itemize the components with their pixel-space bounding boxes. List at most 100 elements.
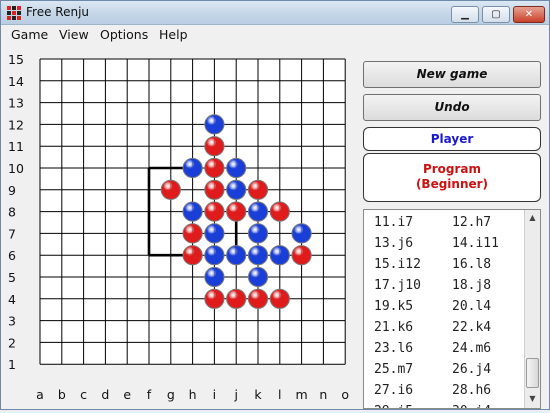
blue-stone[interactable] [182,201,203,222]
blue-stone[interactable] [291,223,312,244]
move-red: 14.i11 [452,236,499,251]
row-label: 13 [8,96,24,111]
title-bar[interactable]: Free Renju ▁ ▢ ✕ [1,1,549,25]
blue-stone[interactable] [226,157,247,179]
move-blue: 25.m7 [374,362,414,377]
move-list-scrollbar[interactable]: ▲ ▼ [524,210,540,408]
red-stone[interactable] [204,157,225,179]
renju-board[interactable]: 15 14 13 12 11 10 9 8 7 6 5 4 3 2 1 a b c d e f g h i j k l m n o [1,45,359,409]
move-row[interactable]: 25.m7 26.j4 [364,362,524,383]
row-label: 4 [8,292,16,307]
move-row[interactable]: 29.i5 30.i4 [364,404,524,408]
red-stone[interactable] [204,201,225,222]
column-label: a [36,387,44,402]
move-row[interactable]: 15.i12 16.l8 [364,257,524,278]
app-icon [7,6,21,20]
blue-stone[interactable] [182,157,203,179]
red-stone[interactable] [226,201,247,222]
blue-stone[interactable] [204,114,225,135]
red-stone[interactable] [269,201,290,222]
column-label: f [147,387,152,402]
blue-stone[interactable] [226,179,247,200]
move-red: 20.l4 [452,299,492,314]
scroll-down-arrow-icon[interactable]: ▼ [526,392,539,406]
red-stone[interactable] [182,223,203,244]
new-game-button[interactable]: New game [363,61,541,88]
move-row[interactable]: 21.k6 22.k4 [364,320,524,341]
undo-button[interactable]: Undo [363,94,541,121]
program-label: Program [422,162,482,176]
maximize-button[interactable]: ▢ [482,6,510,23]
blue-stone[interactable] [204,223,225,244]
column-label: e [123,387,131,402]
column-label: j [233,387,237,402]
column-label: b [58,387,66,402]
move-red: 24.m6 [452,341,492,356]
row-label: 9 [8,183,16,198]
red-stone[interactable] [182,245,203,266]
row-label: 11 [8,139,24,154]
move-blue: 23.l6 [374,341,414,356]
board-area: 15 14 13 12 11 10 9 8 7 6 5 4 3 2 1 a b c d e f g h i j k l m n o [1,45,359,409]
scroll-thumb[interactable] [526,358,539,388]
column-label: d [101,387,109,402]
menu-help[interactable]: Help [159,27,188,42]
move-row[interactable]: 19.k5 20.l4 [364,299,524,320]
column-label: m [296,387,308,402]
red-stone[interactable] [247,288,269,309]
move-blue: 29.i5 [374,404,413,408]
column-label: o [341,387,349,402]
red-stone[interactable] [247,179,269,200]
column-label: n [319,387,327,402]
red-stone[interactable] [226,288,247,309]
move-row[interactable]: 13.j6 14.i11 [364,236,524,257]
column-label: c [80,387,87,402]
move-row[interactable]: 27.i6 28.h6 [364,383,524,404]
move-row[interactable]: 17.j10 18.j8 [364,278,524,299]
move-row[interactable]: 23.l6 24.m6 [364,341,524,362]
red-stone[interactable] [160,179,181,200]
column-label: h [189,387,197,402]
player-label: Player [430,132,474,146]
row-label: 10 [8,161,24,176]
menu-bar: Game View Options Help [1,25,549,45]
move-blue: 21.k6 [374,320,414,335]
row-label: 3 [8,314,16,329]
blue-stone[interactable] [204,266,225,288]
move-blue: 19.k5 [374,299,414,314]
blue-stone[interactable] [247,245,269,266]
menu-view[interactable]: View [59,27,89,42]
blue-stone[interactable] [247,223,269,244]
red-stone[interactable] [204,179,225,200]
blue-stone[interactable] [247,266,269,288]
scroll-up-arrow-icon[interactable]: ▲ [526,211,539,225]
row-label: 2 [8,335,16,350]
app-window: Free Renju ▁ ▢ ✕ Game View Options Help … [0,0,550,410]
move-red: 16.l8 [452,257,492,272]
move-row[interactable]: 11.i7 12.h7 [364,215,524,236]
red-stone[interactable] [204,136,225,157]
row-label: 14 [8,74,24,89]
menu-options[interactable]: Options [100,27,148,42]
red-stone[interactable] [204,288,225,309]
close-button[interactable]: ✕ [513,6,545,23]
move-red: 18.j8 [452,278,492,293]
program-panel: Program (Beginner) [363,153,541,202]
row-label: 15 [8,52,24,67]
column-label: i [213,387,216,402]
red-stone[interactable] [291,245,312,266]
move-blue: 13.j6 [374,236,414,251]
blue-stone[interactable] [269,245,290,266]
blue-stone[interactable] [247,201,269,222]
row-label: 7 [8,226,16,241]
column-label: l [278,387,281,402]
row-label: 8 [8,205,16,220]
move-list[interactable]: 29.i5 30.i4 27.i6 28.h6 25.m7 26.j4 23.l6 24.m6… [363,209,541,409]
minimize-button[interactable]: ▁ [451,6,479,23]
menu-game[interactable]: Game [11,27,48,42]
row-label: 6 [8,248,16,263]
blue-stone[interactable] [226,245,247,266]
move-red: 22.k4 [452,320,492,335]
blue-stone[interactable] [204,245,225,266]
red-stone[interactable] [269,288,290,309]
